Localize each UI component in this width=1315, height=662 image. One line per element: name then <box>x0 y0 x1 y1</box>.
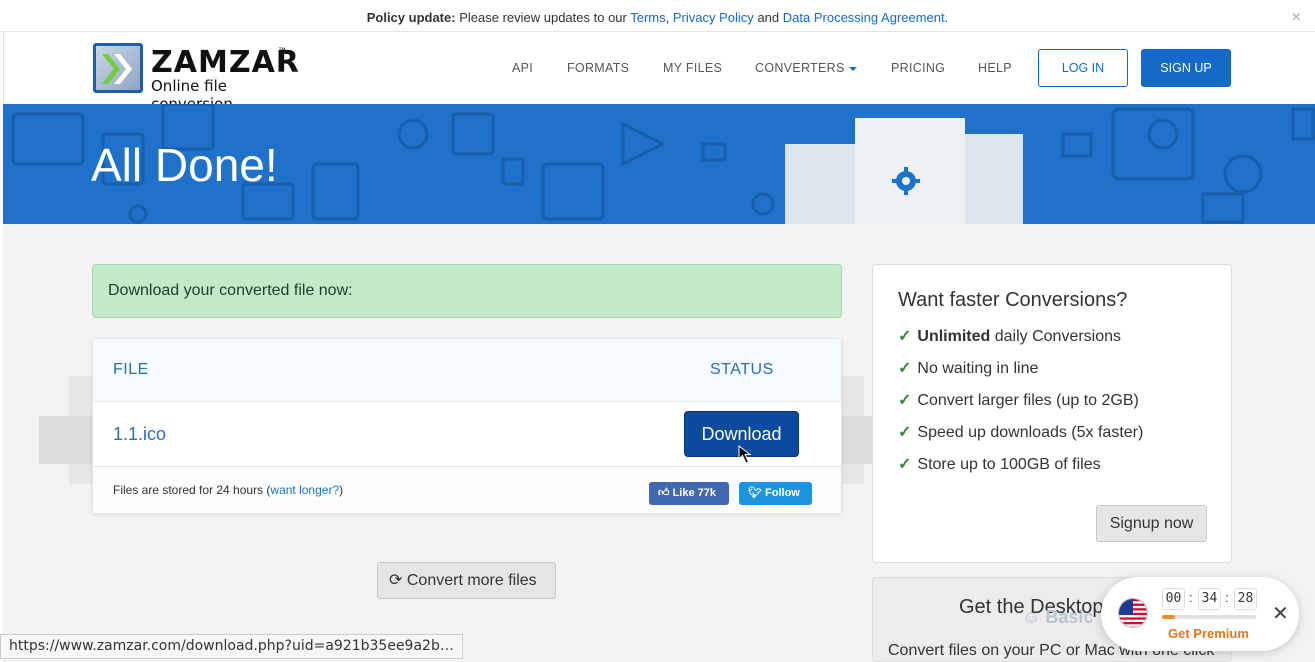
benefit-text: daily Conversions <box>990 328 1122 345</box>
smiley-icon: ☺ <box>1022 607 1041 627</box>
privacy-policy-link[interactable]: Privacy Policy <box>673 10 754 25</box>
checkmark-icon: ✓ <box>898 456 912 473</box>
nav-my-files[interactable]: MY FILES <box>663 32 722 104</box>
zamzar-logo[interactable]: ZAMZAR ™ Online file conversion <box>93 43 313 113</box>
file-name-link[interactable]: 1.1.ico <box>113 424 166 445</box>
close-icon[interactable]: ✕ <box>1272 601 1289 626</box>
upsell-title: Want faster Conversions? <box>898 289 1128 311</box>
follow-label: Follow <box>765 487 800 499</box>
terms-link[interactable]: Terms <box>630 10 665 25</box>
twitter-bird-icon: 🐦︎ <box>748 487 762 499</box>
timer-separator: : <box>1189 590 1193 605</box>
list-item: ✓ Convert larger files (up to 2GB) <box>898 390 1143 422</box>
thumbs-up-icon: 👍︎ <box>658 487 670 499</box>
logo-mark-icon <box>93 43 143 93</box>
gear-icon <box>892 167 920 195</box>
benefit-text: Convert larger files (up to 2GB) <box>917 392 1139 409</box>
data-processing-link[interactable]: Data Processing Agreement <box>783 10 945 25</box>
list-item: ✓ Unlimited daily Conversions <box>898 326 1143 358</box>
table-footer: Files are stored for 24 hours (want long… <box>93 467 841 513</box>
refresh-icon: ⟳ <box>389 572 403 589</box>
policy-and: and <box>757 10 780 25</box>
timer-minutes: 34 <box>1198 588 1221 610</box>
page-title: All Done! <box>91 139 278 191</box>
nav-converters[interactable]: CONVERTERS <box>755 32 857 104</box>
benefit-text: Store up to 100GB of files <box>917 456 1101 473</box>
policy-comma: , <box>665 10 670 25</box>
list-item: ✓ Store up to 100GB of files <box>898 454 1143 486</box>
basic-label: Basic <box>1045 607 1094 627</box>
download-alert: Download your converted file now: <box>92 264 842 318</box>
checkmark-icon: ✓ <box>898 424 912 441</box>
table-row: 1.1.ico Download <box>93 402 841 467</box>
site-header: ZAMZAR ™ Online file conversion API FORM… <box>3 32 1315 113</box>
list-item: ✓ No waiting in line <box>898 358 1143 390</box>
checkmark-icon: ✓ <box>898 328 912 345</box>
facebook-like-button[interactable]: 👍︎ Like 77k <box>649 482 729 505</box>
upsell-benefits-list: ✓ Unlimited daily Conversions ✓ No waiting… <box>898 326 1143 486</box>
convert-more-label: Convert more files <box>406 572 537 589</box>
twitter-follow-button[interactable]: 🐦︎ Follow <box>739 482 812 505</box>
logo-trademark: ™ <box>278 46 286 55</box>
status-bar-url: https://www.zamzar.com/download.php?uid=… <box>0 634 463 659</box>
storage-note: Files are stored for 24 hours (want long… <box>113 483 343 497</box>
nav-converters-label: CONVERTERS <box>755 61 845 75</box>
get-premium-link[interactable]: Get Premium <box>1168 626 1249 641</box>
nav-formats[interactable]: FORMATS <box>567 32 629 104</box>
column-status: STATUS <box>710 361 774 378</box>
like-label: Like 77k <box>672 487 716 499</box>
table-header: FILE STATUS <box>93 339 841 402</box>
policy-period: . <box>944 10 949 25</box>
mouse-cursor-icon <box>738 445 752 464</box>
column-file: FILE <box>113 361 149 378</box>
timer-hours: 00 <box>1162 588 1185 610</box>
us-flag-icon <box>1118 598 1148 628</box>
timer-seconds: 28 <box>1234 588 1257 610</box>
login-button[interactable]: LOG IN <box>1038 49 1128 87</box>
storage-note-close: ) <box>339 483 344 497</box>
file-table: FILE STATUS 1.1.ico Download Files are s… <box>92 338 842 513</box>
storage-note-text: Files are stored for 24 hours ( <box>113 483 271 497</box>
nav-api[interactable]: API <box>512 32 533 104</box>
benefit-text: No waiting in line <box>917 360 1039 377</box>
policy-bar: Policy update: Please review updates to … <box>0 0 1315 32</box>
hero-banner: All Done! <box>3 104 1315 224</box>
list-item: ✓ Speed up downloads (5x faster) <box>898 422 1143 454</box>
policy-text: Please review updates to our <box>459 10 627 25</box>
doc-illustration-back <box>785 144 861 224</box>
timer-progress-fill <box>1162 615 1176 619</box>
policy-close-button[interactable]: × <box>1292 0 1301 36</box>
basic-watermark: ☺ Basic <box>1022 607 1093 628</box>
premium-timer-widget: 00 : 34 : 28 Get Premium ✕ <box>1101 577 1299 651</box>
policy-label: Policy update: <box>366 10 456 25</box>
benefit-text: Speed up downloads (5x faster) <box>917 424 1144 441</box>
checkmark-icon: ✓ <box>898 360 912 377</box>
timer-separator: : <box>1225 590 1229 605</box>
timer-progress-bar <box>1162 615 1256 619</box>
convert-more-files-button[interactable]: ⟳ Convert more files <box>377 562 556 599</box>
checkmark-icon: ✓ <box>898 392 912 409</box>
want-longer-link[interactable]: want longer? <box>270 483 339 497</box>
caret-down-icon <box>848 66 857 71</box>
signup-button[interactable]: SIGN UP <box>1141 49 1231 87</box>
premium-upsell-card: Want faster Conversions? ✓ Unlimited dail… <box>872 264 1232 563</box>
benefit-bold: Unlimited <box>917 328 991 345</box>
signup-now-button[interactable]: Signup now <box>1096 505 1207 542</box>
nav-pricing[interactable]: PRICING <box>891 32 945 104</box>
nav-help[interactable]: HELP <box>978 32 1012 104</box>
